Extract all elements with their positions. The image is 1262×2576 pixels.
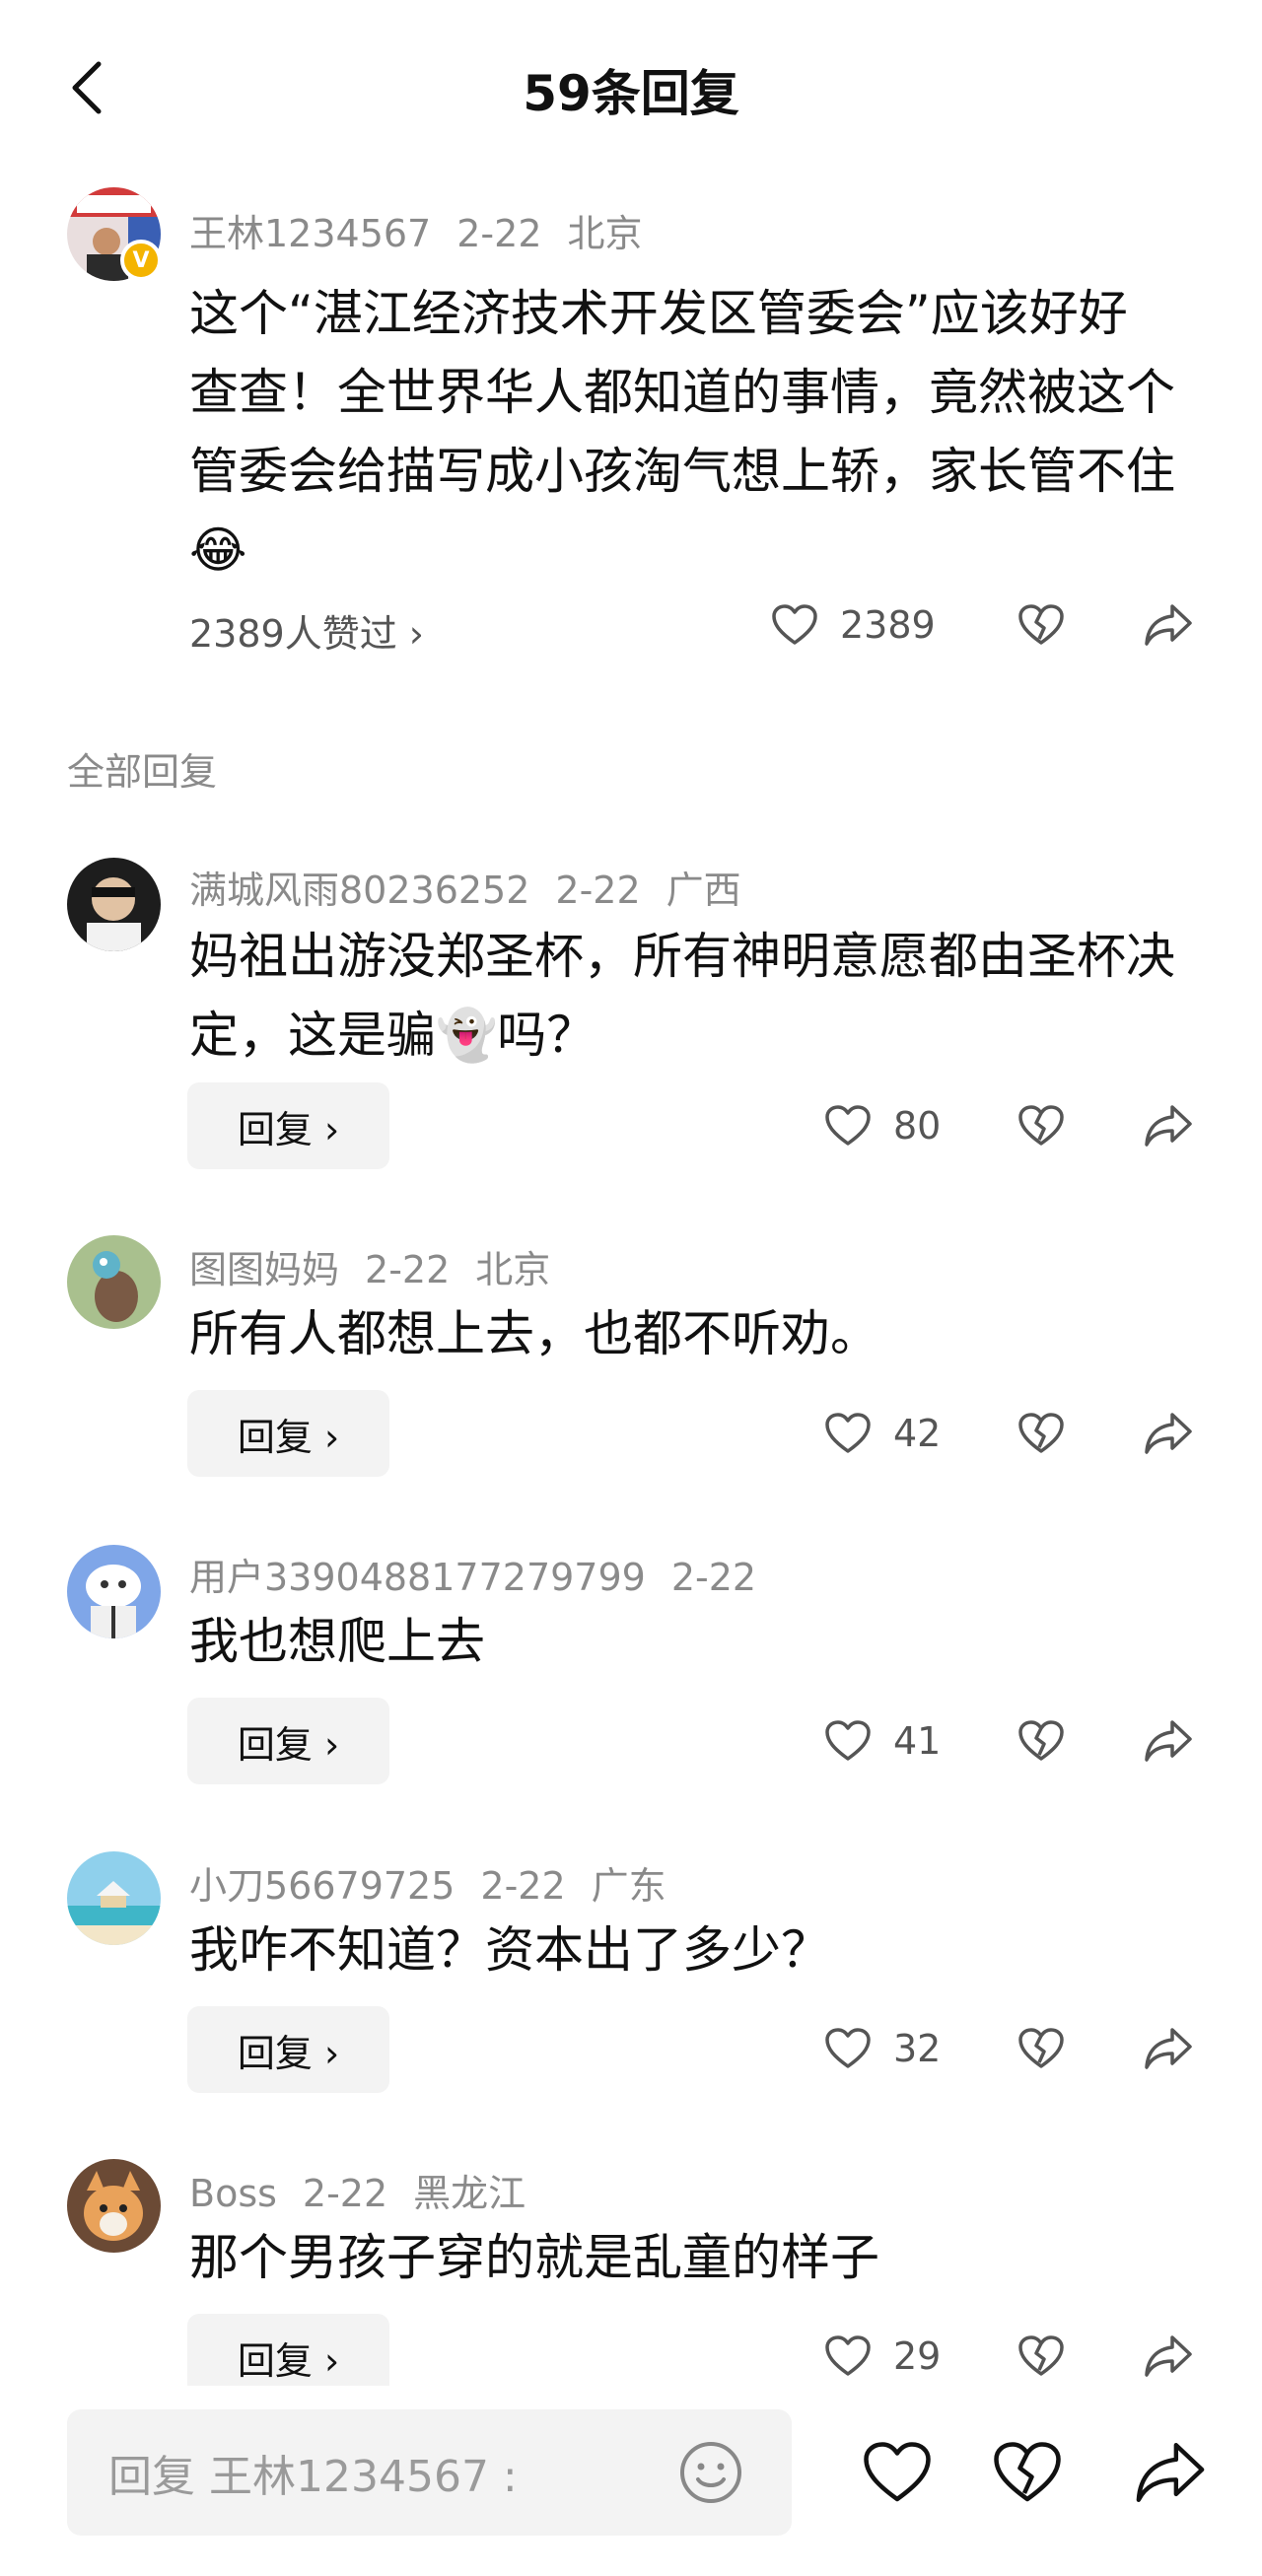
share-icon <box>1145 604 1192 646</box>
heart-icon <box>825 2028 871 2068</box>
broken-heart-icon <box>1018 1413 1064 1453</box>
like-button[interactable] <box>822 2023 874 2074</box>
heart-icon <box>825 1105 871 1146</box>
comment-meta: 小刀56679725 2-22 广东 <box>189 1855 692 1910</box>
broken-heart-icon <box>1018 604 1064 645</box>
broken-heart-icon <box>1018 2335 1064 2376</box>
comment-date: 2-22 <box>456 212 542 255</box>
broken-heart-icon <box>1018 1720 1064 1761</box>
share-button[interactable] <box>1142 1715 1195 1767</box>
share-icon <box>1145 2335 1192 2377</box>
avatar[interactable] <box>67 1235 161 1329</box>
share-button[interactable] <box>1142 2331 1195 2382</box>
heart-icon <box>825 1720 871 1761</box>
broken-heart-icon <box>1018 2028 1064 2068</box>
page-title: 59条回复 <box>523 65 739 122</box>
reply-input-placeholder: 回复 王林1234567 : <box>108 2452 518 2502</box>
share-button[interactable] <box>1142 2023 1195 2074</box>
dislike-button[interactable] <box>1016 1100 1067 1151</box>
avatar[interactable] <box>67 2159 161 2253</box>
heart-icon <box>864 2442 931 2502</box>
comment-date: 2-22 <box>555 869 641 912</box>
verified-badge: V <box>120 240 162 281</box>
share-icon <box>1145 1105 1192 1147</box>
heart-icon <box>825 1413 871 1453</box>
reply-input[interactable]: 回复 王林1234567 : <box>67 2409 792 2536</box>
like-count: 32 <box>893 2027 942 2070</box>
comment-meta: 王林1234567 2-22 北京 <box>189 203 668 257</box>
reply-button[interactable]: 回复 › <box>187 1698 389 1784</box>
like-count: 80 <box>893 1104 942 1148</box>
username[interactable]: 用户3390488177279799 <box>189 1556 646 1599</box>
like-count: 41 <box>893 1719 942 1763</box>
like-button[interactable] <box>822 2331 874 2382</box>
username[interactable]: 图图妈妈 <box>189 1248 339 1291</box>
like-count: 29 <box>893 2334 942 2378</box>
dislike-button[interactable] <box>1016 1408 1067 1459</box>
share-button[interactable] <box>1142 599 1195 651</box>
comment-location: 广东 <box>591 1864 666 1908</box>
dislike-button[interactable] <box>1016 599 1067 651</box>
comment-meta: Boss 2-22 黑龙江 <box>189 2163 551 2217</box>
comment-text: 这个“湛江经济技术开发区管委会”应该好好查查！全世界华人都知道的事情，竟然被这个… <box>189 285 1175 579</box>
share-button[interactable] <box>1142 1100 1195 1151</box>
username[interactable]: Boss <box>189 2172 277 2215</box>
comment-meta: 满城风雨80236252 2-22 广西 <box>189 860 767 914</box>
dislike-button[interactable] <box>990 2435 1065 2510</box>
comment-location: 北京 <box>567 212 643 255</box>
avatar[interactable] <box>67 1545 161 1638</box>
comment-location: 广西 <box>666 869 741 912</box>
like-button[interactable] <box>822 1715 874 1767</box>
comment-date: 2-22 <box>480 1864 566 1908</box>
comment-date: 2-22 <box>365 1248 451 1291</box>
username[interactable]: 满城风雨80236252 <box>189 869 529 912</box>
comment-text: 我咋不知道？资本出了多少？ <box>189 1921 830 1979</box>
header: 59条回复 <box>0 0 1262 174</box>
like-button[interactable] <box>822 1100 874 1151</box>
comment-location: 黑龙江 <box>413 2172 526 2215</box>
comment-text: 那个男孩子穿的就是乱童的样子 <box>189 2229 879 2286</box>
share-button[interactable] <box>1142 1408 1195 1459</box>
share-icon <box>1145 1720 1192 1762</box>
share-button[interactable] <box>1132 2435 1209 2510</box>
reply-button[interactable]: 回复 › <box>187 1390 389 1477</box>
like-count: 2389 <box>840 603 936 647</box>
bottom-bar: 回复 王林1234567 : <box>0 2386 1262 2576</box>
username[interactable]: 王林1234567 <box>189 212 431 255</box>
dislike-button[interactable] <box>1016 1715 1067 1767</box>
comment-meta: 用户3390488177279799 2-22 <box>189 1547 782 1601</box>
emoji-button[interactable] <box>677 2439 744 2506</box>
comment-text: 妈祖出游没郑圣杯，所有神明意愿都由圣杯决定，这是骗👻吗？ <box>189 928 1175 1064</box>
comment-date: 2-22 <box>670 1556 757 1599</box>
avatar[interactable] <box>67 1851 161 1945</box>
heart-icon <box>772 604 817 645</box>
share-icon <box>1145 2028 1192 2069</box>
reply-button[interactable]: 回复 › <box>187 1082 389 1169</box>
share-icon <box>1136 2443 1205 2502</box>
like-button[interactable] <box>822 1408 874 1459</box>
like-count: 42 <box>893 1412 942 1455</box>
smiley-icon <box>680 2442 741 2503</box>
comment-text: 所有人都想上去，也都不听劝。 <box>189 1305 879 1362</box>
broken-heart-icon <box>1018 1105 1064 1146</box>
share-icon <box>1145 1413 1192 1454</box>
reply-button[interactable]: 回复 › <box>187 2006 389 2093</box>
comment-location: 北京 <box>475 1248 551 1291</box>
dislike-button[interactable] <box>1016 2023 1067 2074</box>
avatar[interactable] <box>67 858 161 951</box>
heart-icon <box>825 2335 871 2376</box>
comment-text: 我也想爬上去 <box>189 1613 485 1670</box>
broken-heart-icon <box>994 2442 1061 2502</box>
username[interactable]: 小刀56679725 <box>189 1864 455 1908</box>
section-label: 全部回复 <box>67 750 218 794</box>
like-button[interactable] <box>860 2435 935 2510</box>
likes-link[interactable]: 2389人赞过 › <box>189 603 424 658</box>
like-button[interactable] <box>769 599 820 651</box>
comment-meta: 图图妈妈 2-22 北京 <box>189 1239 576 1293</box>
comment-date: 2-22 <box>302 2172 388 2215</box>
dislike-button[interactable] <box>1016 2331 1067 2382</box>
